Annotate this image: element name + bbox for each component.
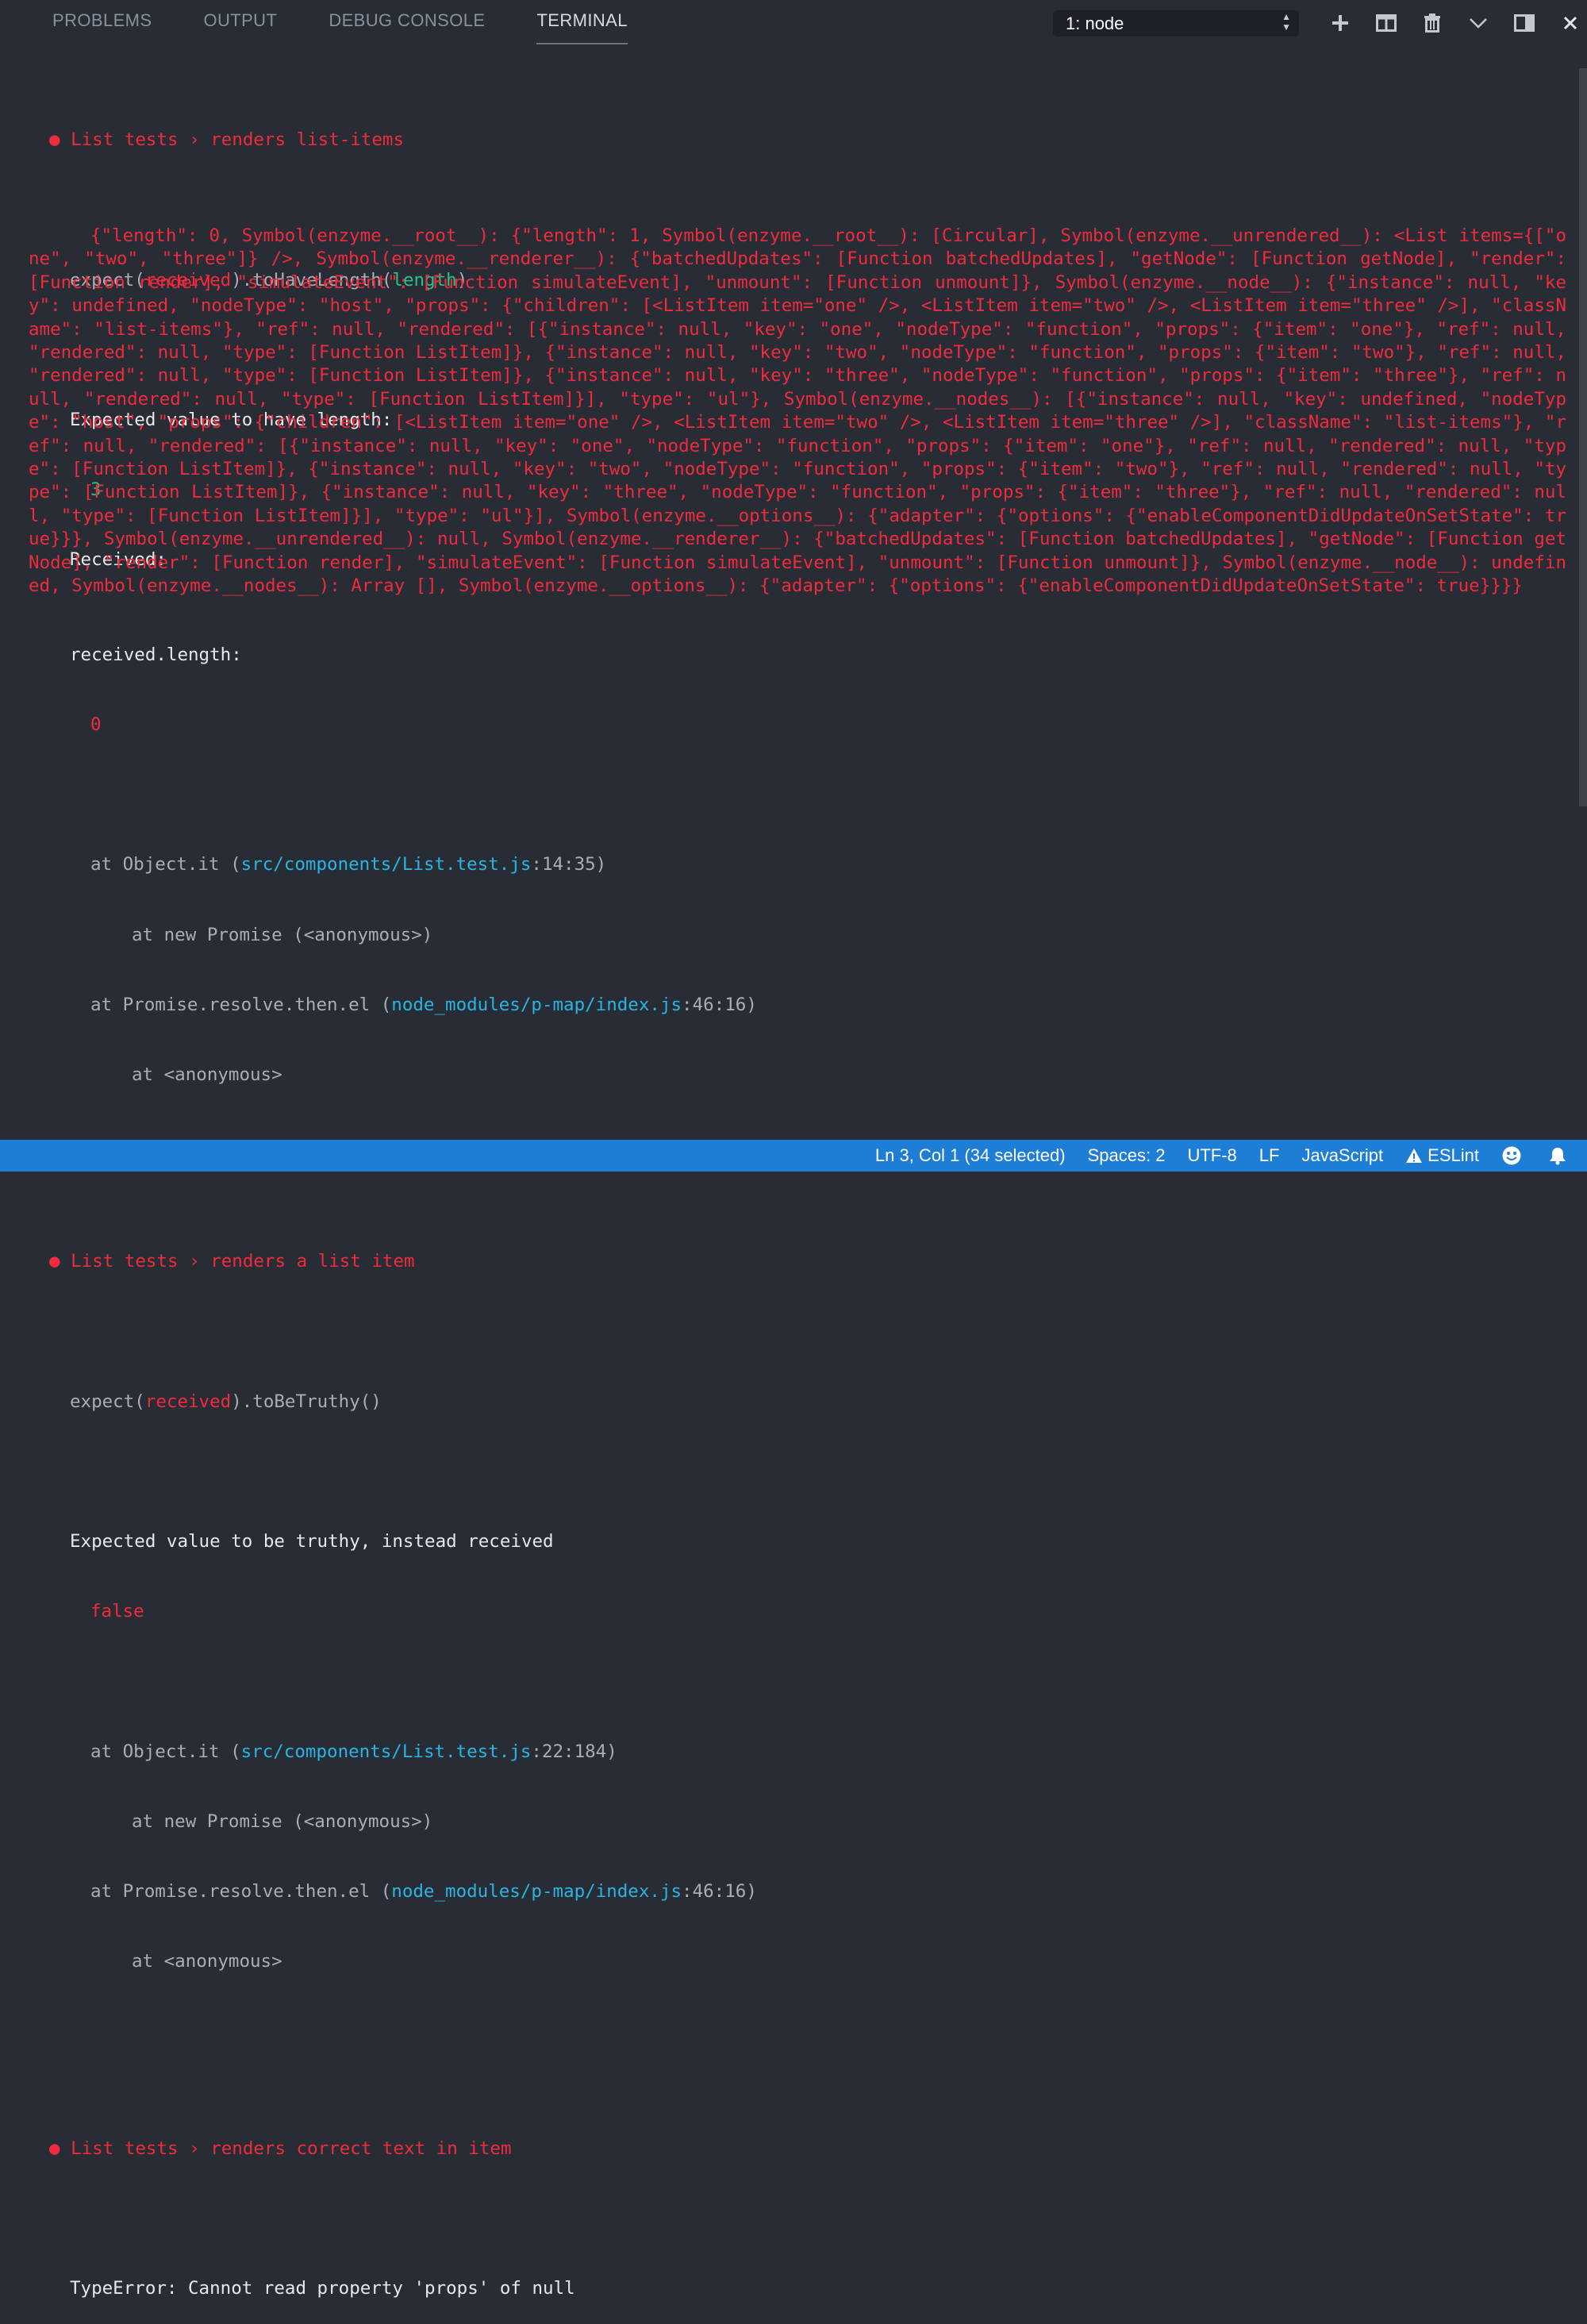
tab-terminal[interactable]: TERMINAL: [536, 0, 628, 44]
warning-icon: [1406, 1149, 1423, 1163]
tab-output[interactable]: OUTPUT: [203, 0, 277, 44]
maximize-panel-button[interactable]: [1501, 10, 1547, 37]
terminal-output-continued: received.length: 0 at Object.it (src/com…: [29, 597, 1568, 2324]
terminal-scrollbar[interactable]: [1579, 68, 1587, 806]
status-cursor-position[interactable]: Ln 3, Col 1 (34 selected): [875, 1140, 1066, 1172]
received-length-value: 0: [90, 714, 102, 736]
stack-link[interactable]: src/components/List.test.js: [241, 1741, 532, 1762]
test-failure-header: ● List tests › renders correct text in i…: [29, 2137, 1568, 2160]
received-length-label: received.length:: [70, 644, 242, 665]
plus-icon: [1332, 15, 1348, 31]
panel-actions: [1317, 10, 1587, 37]
notifications-button[interactable]: [1549, 1140, 1571, 1172]
stack-frame: at Object.it (src/components/List.test.j…: [90, 1741, 617, 1762]
failure-bullet-icon: ●: [49, 129, 60, 151]
stack-frame: at Promise.resolve.then.el (node_modules…: [90, 994, 757, 1015]
test-title: List tests › renders a list item: [71, 1251, 415, 1272]
status-language[interactable]: JavaScript: [1301, 1140, 1383, 1172]
terminal-select-value: 1: node: [1066, 13, 1124, 33]
received-value: {"length": 0, Symbol(enzyme.__root__): {…: [29, 225, 1566, 597]
failure-bullet-icon: ●: [49, 1251, 60, 1272]
failure-bullet-icon: ●: [49, 2137, 60, 2159]
test-failure-header: ● List tests › renders a list item: [29, 1250, 1568, 1273]
stack-frame: at new Promise (<anonymous>): [132, 924, 433, 945]
trash-icon: [1424, 13, 1440, 33]
tab-debug-console[interactable]: DEBUG CONSOLE: [329, 0, 485, 44]
expected-label: Expected value to be truthy, instead rec…: [70, 1531, 554, 1553]
stack-frame: at Promise.resolve.then.el (node_modules…: [90, 1881, 757, 1903]
test-failure-header: ● List tests › renders list-items: [29, 129, 1568, 152]
stack-frame: at Object.it (src/components/List.test.j…: [90, 854, 607, 875]
stack-link[interactable]: node_modules/p-map/index.js: [391, 1881, 682, 1902]
tab-problems[interactable]: PROBLEMS: [52, 0, 152, 44]
close-panel-button[interactable]: [1547, 10, 1587, 37]
test-title: List tests › renders list-items: [71, 129, 405, 151]
stack-link[interactable]: node_modules/p-map/index.js: [391, 995, 682, 1015]
stack-link[interactable]: src/components/List.test.js: [241, 854, 532, 875]
status-eol[interactable]: LF: [1259, 1140, 1280, 1172]
status-indentation[interactable]: Spaces: 2: [1088, 1140, 1166, 1172]
split-terminal-icon: [1376, 14, 1397, 32]
test-title: List tests › renders correct text in ite…: [71, 2137, 512, 2159]
status-eslint-label: ESLint: [1428, 1145, 1479, 1165]
expect-line: expect(received).toBeTruthy(): [70, 1391, 382, 1412]
close-icon: [1563, 16, 1577, 30]
kill-terminal-button[interactable]: [1409, 10, 1455, 37]
select-arrows-icon: ▲ ▼: [1282, 11, 1291, 33]
status-encoding[interactable]: UTF-8: [1187, 1140, 1236, 1172]
received-value: false: [90, 1601, 144, 1622]
collapse-panel-button[interactable]: [1455, 10, 1501, 37]
panel-header: PROBLEMS OUTPUT DEBUG CONSOLE TERMINAL 1…: [0, 0, 1587, 44]
split-terminal-button[interactable]: [1363, 10, 1409, 37]
stack-frame: at <anonymous>: [132, 1951, 282, 1972]
smiley-icon: [1502, 1146, 1521, 1165]
bell-icon: [1550, 1148, 1566, 1165]
new-terminal-button[interactable]: [1317, 10, 1363, 37]
stack-frame: at new Promise (<anonymous>): [132, 1810, 433, 1832]
error-message: TypeError: Cannot read property 'props' …: [70, 2277, 575, 2299]
maximize-panel-icon: [1514, 14, 1535, 32]
feedback-button[interactable]: [1501, 1140, 1527, 1172]
status-eslint[interactable]: ESLint: [1405, 1140, 1479, 1172]
status-bar: Ln 3, Col 1 (34 selected) Spaces: 2 UTF-…: [0, 1140, 1587, 1172]
chevron-down-icon: [1470, 18, 1487, 29]
stack-frame: at <anonymous>: [132, 1064, 282, 1086]
terminal-select[interactable]: 1: node ▲ ▼: [1053, 10, 1299, 37]
panel-tabs: PROBLEMS OUTPUT DEBUG CONSOLE TERMINAL: [52, 0, 679, 44]
